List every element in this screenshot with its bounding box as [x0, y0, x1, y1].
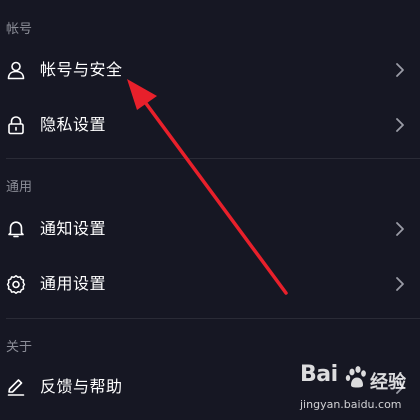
settings-item-label: 隐私设置 — [40, 115, 107, 134]
chevron-right-icon — [396, 277, 404, 291]
chevron-right-icon — [396, 222, 404, 236]
watermark-url: jingyan.baidu.com — [300, 398, 402, 411]
settings-item-label: 通知设置 — [40, 219, 107, 238]
section-label-about: 关于 — [6, 340, 33, 355]
chevron-right-icon — [396, 118, 404, 132]
settings-item-privacy[interactable]: 隐私设置 — [0, 105, 420, 145]
bell-icon — [8, 221, 24, 238]
settings-item-account-security[interactable]: 帐号与安全 — [0, 50, 420, 90]
chevron-right-icon — [396, 63, 404, 77]
settings-item-label: 反馈与帮助 — [40, 377, 123, 396]
settings-item-general[interactable]: 通用设置 — [0, 264, 420, 304]
watermark-brand-prefix: Bai — [300, 362, 338, 387]
watermark-brand-suffix: 经验 — [370, 372, 406, 393]
gear-icon — [6, 275, 26, 294]
section-divider — [6, 158, 420, 159]
pen-icon — [7, 379, 25, 396]
settings-item-notifications[interactable]: 通知设置 — [0, 209, 420, 249]
section-label-general: 通用 — [6, 180, 33, 195]
settings-item-label: 帐号与安全 — [40, 60, 123, 79]
section-divider — [6, 318, 420, 319]
settings-screen: 帐号 帐号与安全 隐私设置 通用 通知设置 通用设置 关于 反馈与帮助 Bai … — [0, 0, 420, 420]
lock-icon — [8, 116, 24, 135]
watermark: Bai 经验 jingyan.baidu.com — [296, 358, 420, 420]
user-icon — [7, 61, 25, 80]
settings-item-label: 通用设置 — [40, 274, 107, 293]
paw-icon — [345, 366, 366, 388]
section-label-account: 帐号 — [6, 22, 33, 37]
